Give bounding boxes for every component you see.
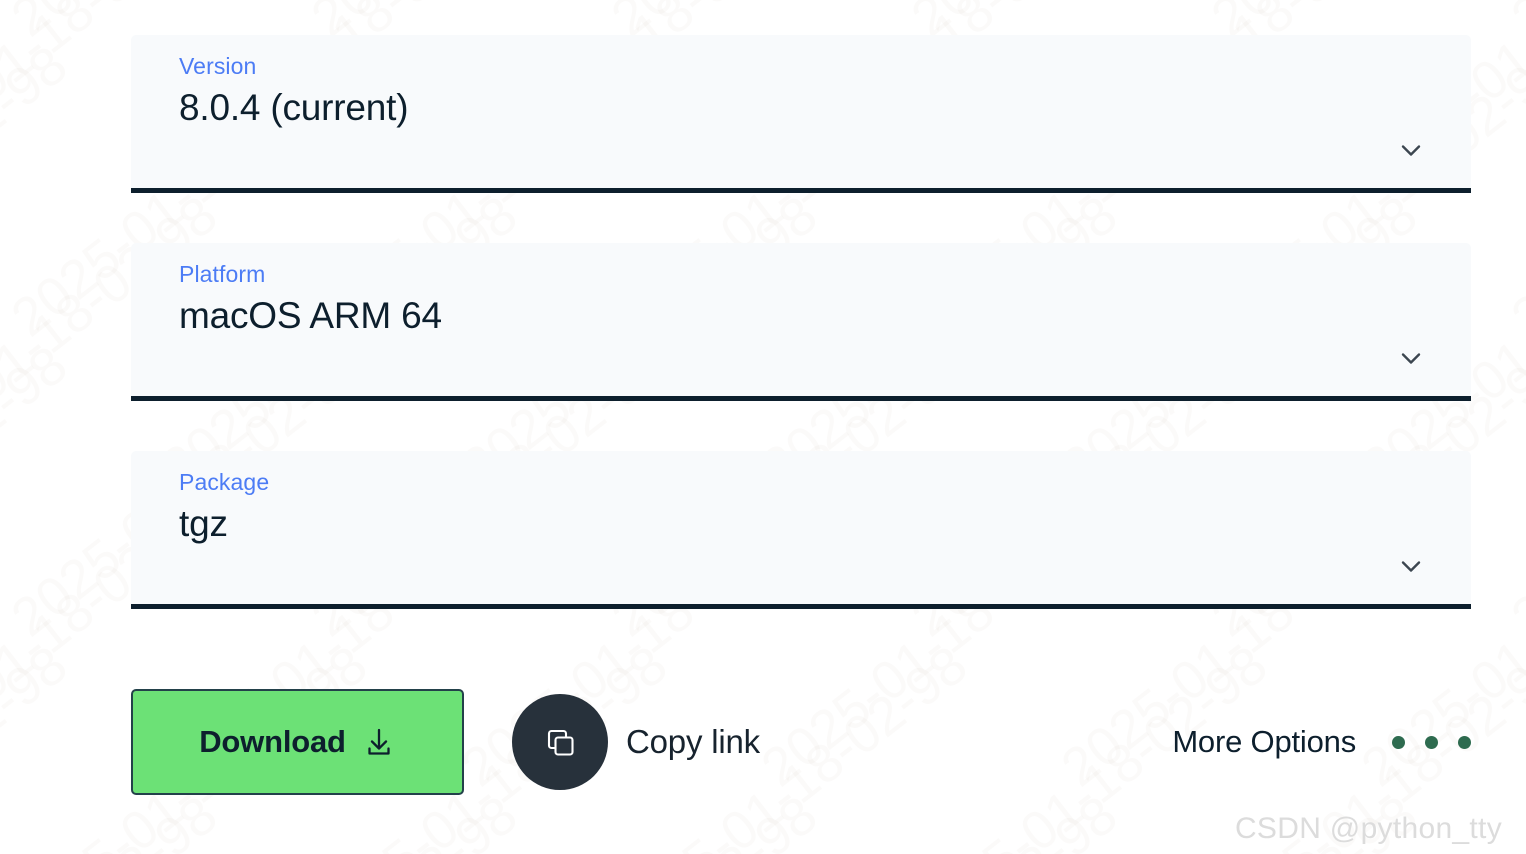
selector-platform-label: Platform — [179, 261, 266, 287]
csdn-watermark: CSDN @python_tty — [1234, 812, 1502, 845]
copy-icon[interactable] — [512, 694, 608, 790]
download-button-label: Download — [199, 724, 346, 759]
selector-version[interactable]: Version 8.0.4 (current) — [131, 35, 1471, 193]
selector-platform[interactable]: Platform macOS ARM 64 — [131, 243, 1471, 401]
download-selector-page: Version 8.0.4 (current) Platform macOS A… — [0, 0, 1526, 854]
download-button[interactable]: Download — [131, 689, 464, 795]
ellipsis-dot — [1392, 735, 1405, 749]
copy-link-button[interactable]: Copy link — [512, 693, 760, 791]
copy-link-label: Copy link — [626, 723, 760, 760]
more-options-button[interactable]: More Options — [1172, 689, 1471, 795]
chevron-down-icon[interactable] — [1396, 551, 1426, 581]
selector-version-label: Version — [179, 53, 257, 79]
action-row: Download Copy link More Options — [131, 689, 1471, 795]
ellipsis-dot — [1425, 735, 1438, 749]
ellipsis-icon[interactable] — [1392, 735, 1471, 749]
download-icon — [362, 725, 396, 759]
selector-platform-value: macOS ARM 64 — [179, 295, 442, 337]
chevron-down-icon[interactable] — [1396, 343, 1426, 373]
more-options-label: More Options — [1172, 724, 1356, 759]
selector-package-value: tgz — [179, 503, 228, 545]
selector-version-value: 8.0.4 (current) — [179, 87, 409, 129]
selector-package-label: Package — [179, 469, 270, 495]
chevron-down-icon[interactable] — [1396, 135, 1426, 165]
ellipsis-dot — [1458, 735, 1471, 749]
selector-package[interactable]: Package tgz — [131, 451, 1471, 609]
